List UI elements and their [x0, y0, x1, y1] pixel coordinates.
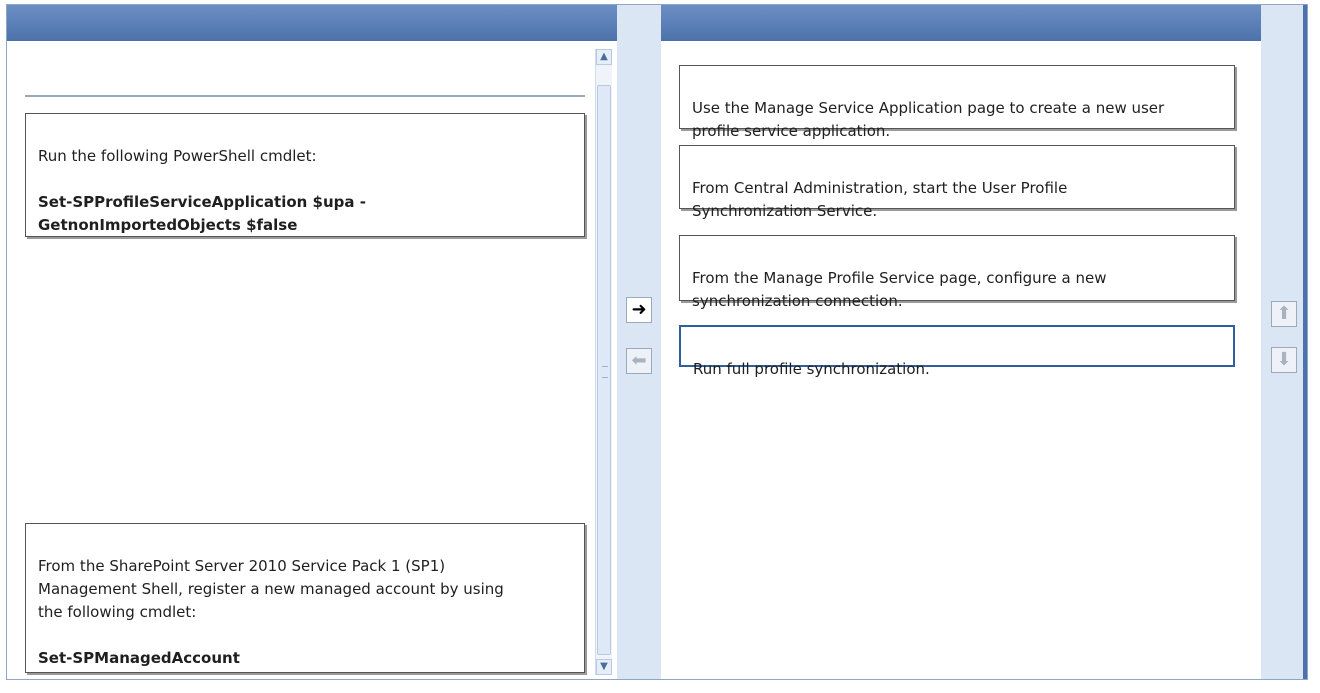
move-right-button[interactable]: ➜ [626, 297, 652, 323]
scrollbar-grip [602, 366, 608, 378]
move-left-button[interactable]: ⬅ [626, 348, 652, 374]
right-item-text: Use the Manage Service Application page … [692, 99, 1165, 140]
right-gutter: ⬆ ⬇ [1261, 5, 1307, 679]
left-item-text: Run the following PowerShell cmdlet: [38, 147, 317, 165]
chevron-down-icon: ▼ [600, 661, 608, 672]
arrow-down-icon: ⬇ [1276, 349, 1292, 370]
left-panel-header [7, 5, 617, 41]
right-panel-header [661, 5, 1261, 41]
chevron-up-icon: ▲ [600, 51, 608, 62]
right-item-text: From the Manage Profile Service page, co… [692, 269, 1107, 310]
left-item-powershell-cmdlet[interactable]: Run the following PowerShell cmdlet: Set… [25, 113, 585, 237]
arrow-right-icon: ➜ [631, 299, 647, 320]
right-panel-answer-area: Use the Manage Service Application page … [661, 5, 1261, 679]
right-item-text: Run full profile synchronization. [693, 360, 930, 378]
left-item-text: From the SharePoint Server 2010 Service … [38, 557, 504, 621]
right-item-configure-sync-connection[interactable]: From the Manage Profile Service page, co… [679, 235, 1235, 310]
scroll-up-button[interactable]: ▲ [596, 49, 612, 65]
arrow-left-icon: ⬅ [631, 350, 647, 371]
left-panel-answer-choices: Run the following PowerShell cmdlet: Set… [7, 5, 617, 679]
right-item-create-service-application[interactable]: Use the Manage Service Application page … [679, 65, 1235, 140]
left-item-managed-account[interactable]: From the SharePoint Server 2010 Service … [25, 523, 585, 673]
right-item-start-sync-service[interactable]: From Central Administration, start the U… [679, 145, 1235, 220]
right-edge-bar [1303, 5, 1307, 679]
middle-gutter: ➜ ⬅ [617, 5, 661, 679]
arrow-up-icon: ⬆ [1276, 303, 1292, 324]
left-item-empty[interactable] [25, 49, 585, 97]
drag-drop-frame: Run the following PowerShell cmdlet: Set… [6, 4, 1308, 680]
right-item-text: From Central Administration, start the U… [692, 179, 1068, 220]
scrollbar-thumb[interactable] [597, 85, 611, 655]
left-item-command: Set-SPProfileServiceApplication $upa - G… [38, 193, 366, 234]
left-panel-scrollbar[interactable]: ▲ ▼ [595, 49, 612, 675]
move-down-button[interactable]: ⬇ [1271, 347, 1297, 373]
move-up-button[interactable]: ⬆ [1271, 301, 1297, 327]
scroll-down-button[interactable]: ▼ [596, 659, 612, 675]
left-item-command: Set-SPManagedAccount [38, 649, 240, 667]
right-item-run-full-sync[interactable]: Run full profile synchronization. [679, 325, 1235, 378]
